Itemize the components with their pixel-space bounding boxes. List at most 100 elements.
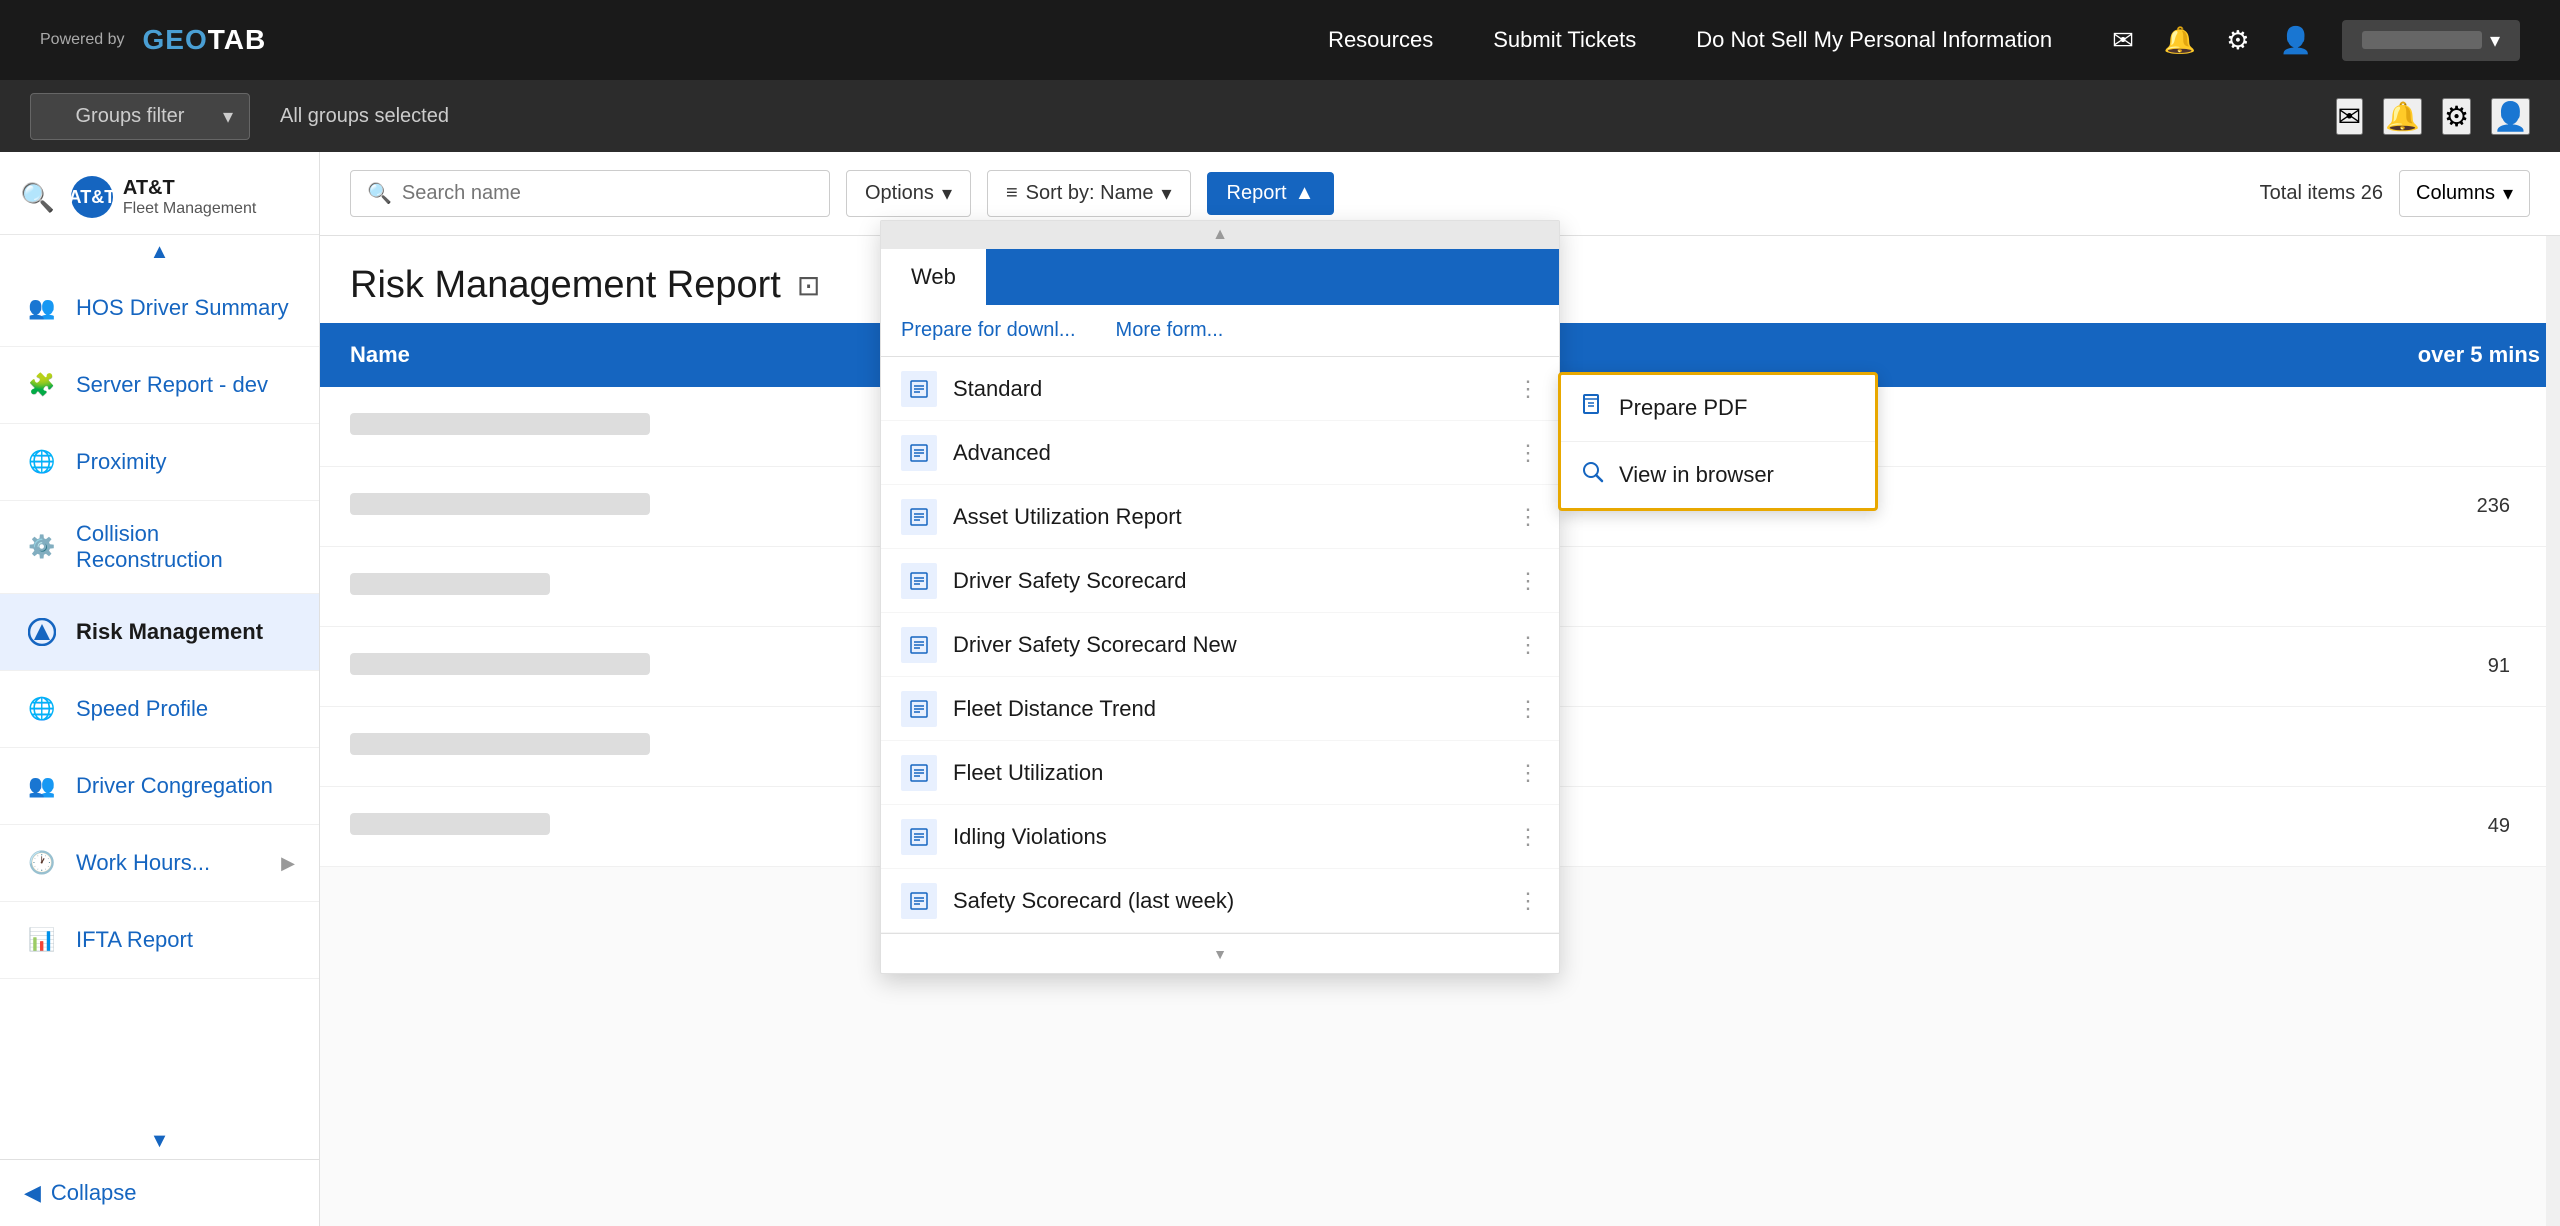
report-label: Report: [1227, 182, 1287, 205]
total-items-label: Total items 26: [2260, 182, 2383, 205]
filter-mail-icon[interactable]: ✉: [2336, 98, 2363, 135]
sidebar-scroll-down[interactable]: ▼: [0, 1124, 319, 1159]
scrollbar-track[interactable]: [2546, 152, 2560, 1226]
sidebar-item-collision-reconstruction[interactable]: ⚙️ Collision Reconstruction: [0, 501, 319, 594]
risk-management-icon: [24, 614, 60, 650]
dropdown-tab-web[interactable]: Web: [881, 249, 986, 305]
table-cell-speed-1: 236: [2280, 495, 2530, 518]
sidebar-item-ifta-report[interactable]: 📊 IFTA Report: [0, 902, 319, 979]
sidebar-item-risk-management[interactable]: Risk Management: [0, 594, 319, 671]
sidebar-item-work-hours[interactable]: 🕐 Work Hours... ▶: [0, 825, 319, 902]
groups-filter-chevron: ▾: [223, 104, 233, 129]
advanced-label: Advanced: [953, 440, 1501, 466]
dropdown-item-fleet-utilization[interactable]: Fleet Utilization ⋮: [881, 741, 1559, 805]
dropdown-scroll-up[interactable]: ▲: [881, 221, 1559, 249]
report-button[interactable]: Report ▲: [1207, 172, 1335, 215]
geotab-logo: GEOTAB: [143, 24, 267, 56]
user-menu-chevron: ▾: [2490, 28, 2500, 53]
driver-safety-scorecard-new-menu-icon[interactable]: ⋮: [1517, 632, 1539, 658]
options-button[interactable]: Options ▾: [846, 170, 971, 217]
dropdown-sub-header: Prepare for downl... More form...: [881, 305, 1559, 357]
dropdown-item-asset-utilization[interactable]: Asset Utilization Report ⋮: [881, 485, 1559, 549]
options-label: Options: [865, 182, 934, 205]
user-icon[interactable]: 👤: [2280, 25, 2312, 56]
fleet-utilization-menu-icon[interactable]: ⋮: [1517, 760, 1539, 786]
blurred-name-0: [350, 413, 650, 435]
bell-icon[interactable]: 🔔: [2164, 25, 2196, 56]
advanced-menu-icon[interactable]: ⋮: [1517, 440, 1539, 466]
sidebar-search-icon[interactable]: 🔍: [20, 181, 55, 214]
collapse-arrow-icon: ◀: [24, 1180, 41, 1206]
dropdown-item-idling-violations[interactable]: Idling Violations ⋮: [881, 805, 1559, 869]
dropdown-scroll-down-icon: ▼: [1213, 946, 1227, 962]
prepare-download-btn[interactable]: Prepare for downl...: [901, 319, 1076, 342]
sidebar-label-risk: Risk Management: [76, 619, 295, 645]
report-chevron: ▲: [1295, 182, 1315, 205]
options-chevron: ▾: [942, 181, 952, 206]
dropdown-header: Web: [881, 249, 1559, 305]
idling-violations-menu-icon[interactable]: ⋮: [1517, 824, 1539, 850]
sort-button[interactable]: ≡ Sort by: Name ▾: [987, 170, 1191, 217]
resources-link[interactable]: Resources: [1328, 27, 1433, 53]
dropdown-item-advanced[interactable]: Advanced ⋮: [881, 421, 1559, 485]
columns-button[interactable]: Columns ▾: [2399, 170, 2530, 217]
table-header-speed: over 5 mins: [2260, 323, 2560, 387]
more-formats-btn[interactable]: More form...: [1116, 319, 1224, 342]
groups-filter-button[interactable]: Groups filter ▾: [30, 93, 250, 140]
report-dropdown[interactable]: ▲ Web Prepare for downl... More form... …: [880, 220, 1560, 974]
sidebar-item-speed-profile[interactable]: 🌐 Speed Profile: [0, 671, 319, 748]
blurred-name-2: [350, 573, 550, 595]
collapse-button[interactable]: ◀ Collapse: [0, 1159, 319, 1226]
dropdown-item-fleet-distance-trend[interactable]: Fleet Distance Trend ⋮: [881, 677, 1559, 741]
filter-user-icon[interactable]: 👤: [2491, 98, 2530, 135]
brand-logo: AT&T AT&T Fleet Management: [71, 176, 256, 218]
prepare-pdf-popup[interactable]: Prepare PDF View in browser: [1558, 372, 1878, 511]
sidebar-item-driver-congregation[interactable]: 👥 Driver Congregation: [0, 748, 319, 825]
top-nav-links: Resources Submit Tickets Do Not Sell My …: [1328, 20, 2520, 61]
proximity-icon: 🌐: [24, 444, 60, 480]
dropdown-item-driver-safety-scorecard[interactable]: Driver Safety Scorecard ⋮: [881, 549, 1559, 613]
standard-report-icon: [901, 371, 937, 407]
dropdown-item-driver-safety-scorecard-new[interactable]: Driver Safety Scorecard New ⋮: [881, 613, 1559, 677]
prepare-pdf-button[interactable]: Prepare PDF: [1561, 375, 1875, 442]
safety-scorecard-menu-icon[interactable]: ⋮: [1517, 888, 1539, 914]
fleet-distance-trend-menu-icon[interactable]: ⋮: [1517, 696, 1539, 722]
sidebar-item-proximity[interactable]: 🌐 Proximity: [0, 424, 319, 501]
idling-violations-label: Idling Violations: [953, 824, 1501, 850]
content-area: 🔍 Options ▾ ≡ Sort by: Name ▾ Report ▲ T…: [320, 152, 2560, 1226]
filter-settings-icon[interactable]: ⚙: [2442, 98, 2471, 135]
collision-icon: ⚙️: [24, 529, 60, 565]
blurred-name-3: [350, 653, 650, 675]
sidebar-label-proximity: Proximity: [76, 449, 295, 475]
driver-safety-scorecard-menu-icon[interactable]: ⋮: [1517, 568, 1539, 594]
sidebar-label-server: Server Report - dev: [76, 372, 295, 398]
bookmark-icon[interactable]: ⊡: [797, 269, 820, 302]
table-cell-speed-5: 49: [2280, 815, 2530, 838]
user-menu-button[interactable]: ▾: [2342, 20, 2520, 61]
sidebar-item-server-report[interactable]: 🧩 Server Report - dev: [0, 347, 319, 424]
mail-icon[interactable]: ✉: [2112, 25, 2134, 56]
settings-icon[interactable]: ⚙: [2226, 25, 2249, 56]
submit-tickets-link[interactable]: Submit Tickets: [1493, 27, 1636, 53]
search-input[interactable]: [402, 182, 813, 205]
standard-menu-icon[interactable]: ⋮: [1517, 376, 1539, 402]
fleet-distance-trend-icon: [901, 691, 937, 727]
work-hours-icon: 🕐: [24, 845, 60, 881]
filter-bell-icon[interactable]: 🔔: [2383, 98, 2422, 135]
asset-utilization-menu-icon[interactable]: ⋮: [1517, 504, 1539, 530]
view-browser-button[interactable]: View in browser: [1561, 442, 1875, 508]
blurred-name-4: [350, 733, 650, 755]
sidebar-item-hos-driver-summary[interactable]: 👥 HOS Driver Summary: [0, 270, 319, 347]
safety-scorecard-icon: [901, 883, 937, 919]
dropdown-item-standard[interactable]: Standard ⋮: [881, 357, 1559, 421]
groups-filter-label: Groups filter: [47, 105, 213, 128]
pdf-icon: [1581, 393, 1605, 423]
dropdown-item-safety-scorecard[interactable]: Safety Scorecard (last week) ⋮: [881, 869, 1559, 933]
driver-safety-scorecard-new-icon: [901, 627, 937, 663]
dropdown-scroll-down[interactable]: ▼: [881, 933, 1559, 973]
asset-utilization-label: Asset Utilization Report: [953, 504, 1501, 530]
sidebar-scroll-up[interactable]: ▲: [0, 235, 319, 270]
search-box[interactable]: 🔍: [350, 170, 830, 217]
do-not-sell-link[interactable]: Do Not Sell My Personal Information: [1696, 27, 2052, 53]
driver-safety-scorecard-new-label: Driver Safety Scorecard New: [953, 632, 1501, 658]
